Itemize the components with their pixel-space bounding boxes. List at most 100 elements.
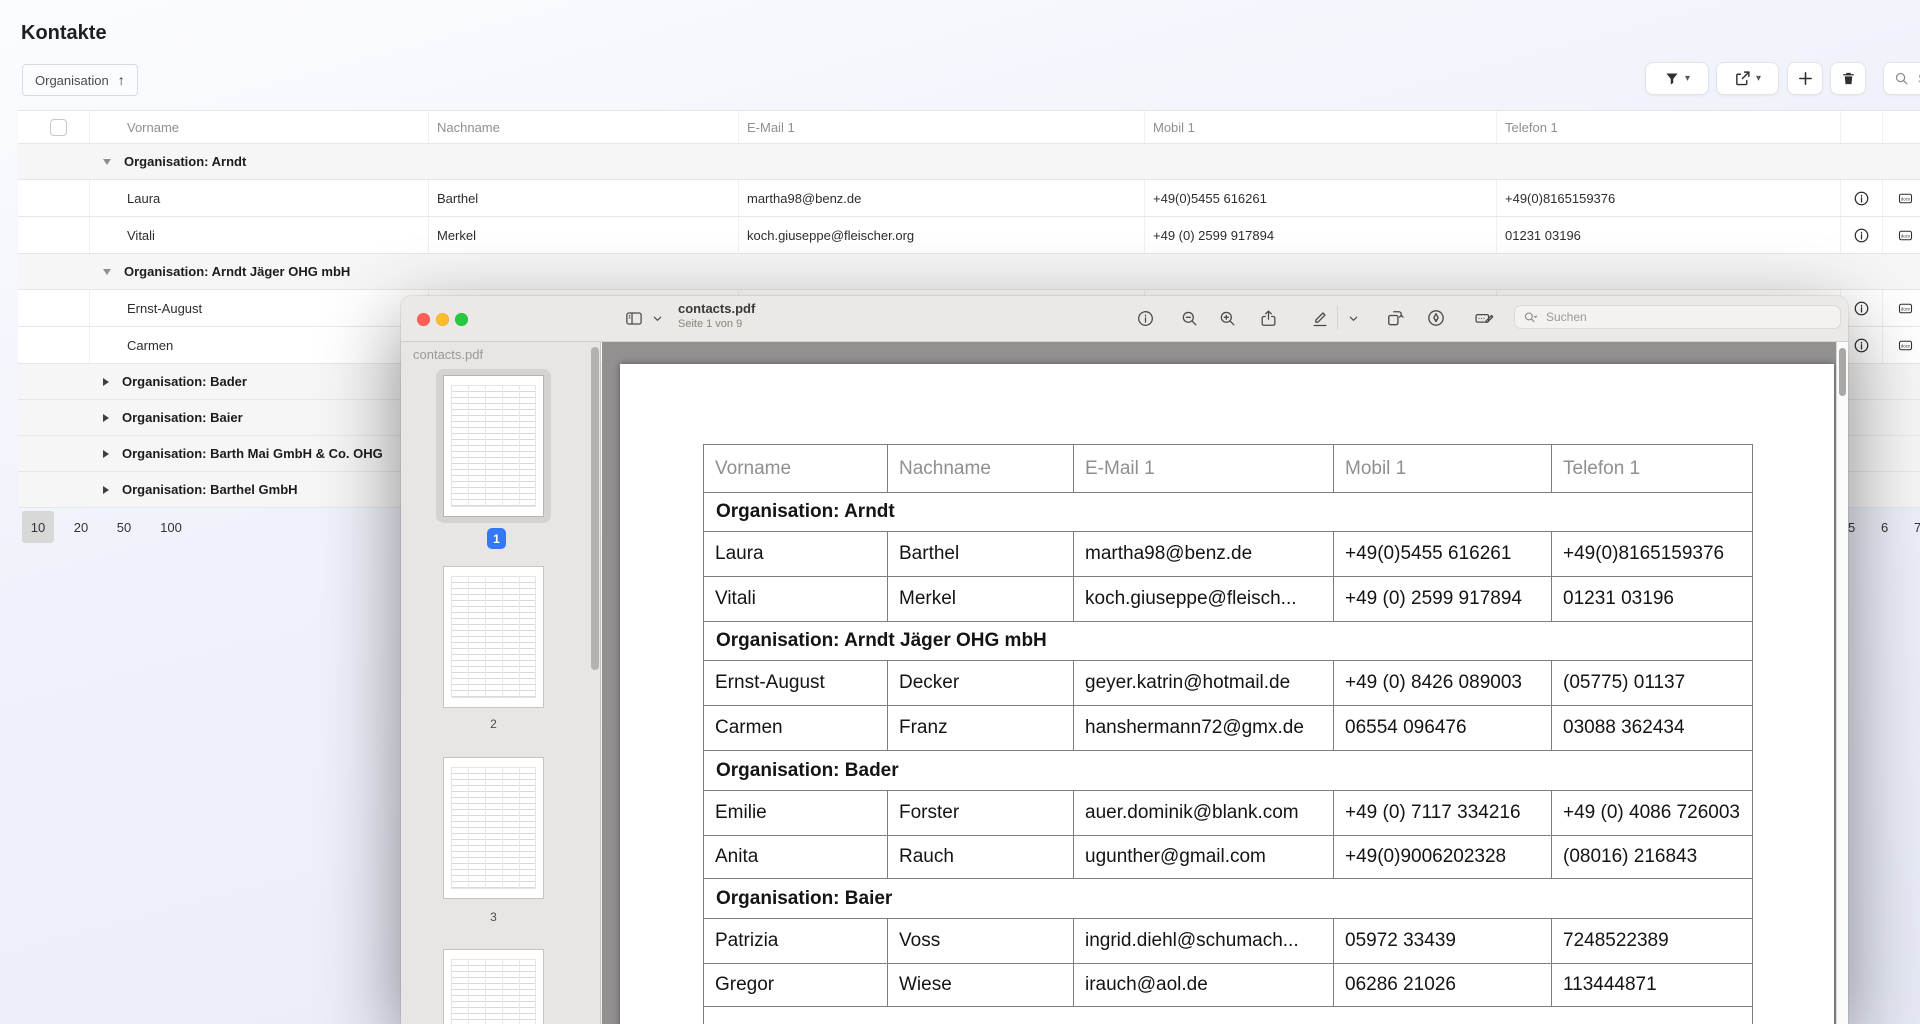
pdf-zoom-out-button[interactable] [1176,305,1202,331]
maximize-window-button[interactable] [455,313,468,326]
chevron-down-icon [1348,313,1359,324]
expand-group-icon[interactable] [103,414,109,422]
header-vorname: Vorname [90,111,429,143]
page-number-5[interactable]: 5 [1848,511,1855,543]
share-icon [1259,309,1278,328]
row-docx-export-button[interactable]: docx [1883,180,1920,216]
page-size-100[interactable]: 100 [151,511,191,543]
pdf-content-area: Vorname Nachname E-Mail 1 Mobil 1 Telefo… [602,342,1848,1024]
pdf-scrollbar-thumb[interactable] [1839,348,1846,396]
pdf-data-row: Gregor Wiese irauch@aol.de 06286 21026 1… [704,963,1752,1006]
row-info-button[interactable] [1841,217,1883,253]
pdf-window-title-block: contacts.pdf Seite 1 von 9 [678,302,755,330]
pdf-scrollbar-track[interactable] [1836,342,1848,1024]
pdf-info-button[interactable] [1132,305,1158,331]
group-row-arndt[interactable]: Organisation: Arndt [18,144,1920,180]
pdf-highlight-options-button[interactable] [1345,305,1361,331]
expand-group-icon[interactable] [103,378,109,386]
plus-icon [1797,70,1814,87]
page-number-6[interactable]: 6 [1881,511,1888,543]
thumbnail-page-4[interactable] [444,950,543,1024]
row-docx-export-button[interactable]: docx [1883,290,1920,326]
collapse-group-icon[interactable] [103,159,111,165]
header-telefon: Telefon 1 [1497,111,1841,143]
page-title: Kontakte [21,22,107,45]
svg-text:docx: docx [1900,196,1910,201]
header-mobil: Mobil 1 [1145,111,1497,143]
docx-icon: docx [1896,190,1915,207]
minimize-window-button[interactable] [436,313,449,326]
zoom-out-icon [1180,309,1199,328]
mini-table-preview [451,385,536,507]
cell-nachname: Barthel [429,180,739,216]
filter-button[interactable]: ▾ [1645,62,1709,95]
row-docx-export-button[interactable]: docx [1883,327,1920,363]
expand-group-icon[interactable] [103,450,109,458]
table-row-vitali[interactable]: Vitali Merkel koch.giuseppe@fleischer.or… [18,217,1920,254]
close-window-button[interactable] [417,313,430,326]
page-size-20[interactable]: 20 [65,511,97,543]
pdf-fill-sign-button[interactable] [1471,305,1497,331]
pdf-search-input[interactable] [1544,309,1788,325]
pdf-zoom-in-button[interactable] [1214,305,1240,331]
pdf-markup-button[interactable] [1423,305,1449,331]
page-size-10[interactable]: 10 [22,511,54,543]
table-row-laura[interactable]: Laura Barthel martha98@benz.de +49(0)545… [18,180,1920,217]
mini-table-preview [451,576,536,698]
pdf-highlight-button[interactable] [1307,305,1333,331]
pdf-data-row: Ernst-August Decker geyer.katrin@hotmail… [704,660,1752,705]
page-number-7[interactable]: 7 [1914,511,1920,543]
filter-icon [1664,71,1680,86]
cell-mobil: +49 (0) 2599 917894 [1145,217,1497,253]
page-size-50[interactable]: 50 [108,511,140,543]
cell-vorname: Vitali [90,217,429,253]
group-row-arndt-jaeger[interactable]: Organisation: Arndt Jäger OHG mbH [18,254,1920,290]
pdf-data-row: Anita Rauch ugunther@gmail.com +49(0)900… [704,835,1752,878]
pdf-data-row: Emilie Forster auer.dominik@blank.com +4… [704,790,1752,835]
row-docx-export-button[interactable]: docx [1883,217,1920,253]
row-select-cell [18,217,90,253]
svg-text:docx: docx [1900,343,1910,348]
sidebar-scrollbar[interactable] [591,347,599,670]
pdf-header-mobil: Mobil 1 [1333,445,1551,492]
pdf-share-button[interactable] [1255,305,1281,331]
app-search[interactable] [1883,62,1920,95]
sort-chip-organisation[interactable]: Organisation ↑ [22,64,138,96]
row-info-button[interactable] [1841,180,1883,216]
thumbnail-page-label: 2 [444,717,543,731]
collapse-group-icon[interactable] [103,269,111,275]
select-all-checkbox[interactable] [50,119,67,136]
pdf-group-row-partial [704,1006,1752,1024]
expand-group-icon[interactable] [103,486,109,494]
thumbnail-page-3[interactable] [444,758,543,898]
cell-email: martha98@benz.de [739,180,1145,216]
table-header-row: Vorname Nachname E-Mail 1 Mobil 1 Telefo… [18,110,1920,144]
sidebar-options-button[interactable] [649,305,665,331]
app-search-input[interactable] [1916,70,1920,87]
pdf-rotate-button[interactable] [1382,305,1408,331]
info-icon [1853,227,1870,244]
mini-table-preview [451,767,536,889]
caret-down-icon: ▾ [1756,74,1761,84]
sort-ascending-icon: ↑ [118,72,125,88]
info-icon [1136,309,1155,328]
sidebar-toggle-button[interactable] [617,305,651,331]
thumbnail-page-2[interactable] [444,567,543,707]
pdf-data-row: Vitali Merkel koch.giuseppe@fleisch... +… [704,576,1752,621]
add-contact-button[interactable] [1787,62,1823,95]
cell-nachname: Merkel [429,217,739,253]
sidebar-filename: contacts.pdf [413,347,483,362]
fill-sign-icon [1473,308,1495,328]
pdf-search-field[interactable] [1514,305,1841,329]
pdf-window-title: contacts.pdf [678,302,755,315]
thumbnail-page-label: 3 [444,910,543,924]
header-actions-1 [1841,111,1883,143]
pdf-group-row: Organisation: Arndt Jäger OHG mbH [704,621,1752,660]
cell-vorname: Carmen [90,327,429,363]
delete-button[interactable] [1830,62,1866,95]
pdf-data-row: Laura Barthel martha98@benz.de +49(0)545… [704,531,1752,576]
thumbnail-page-1[interactable] [444,376,543,516]
row-select-cell [18,290,90,326]
export-button[interactable]: ▾ [1716,62,1779,95]
header-actions-2 [1883,111,1920,143]
